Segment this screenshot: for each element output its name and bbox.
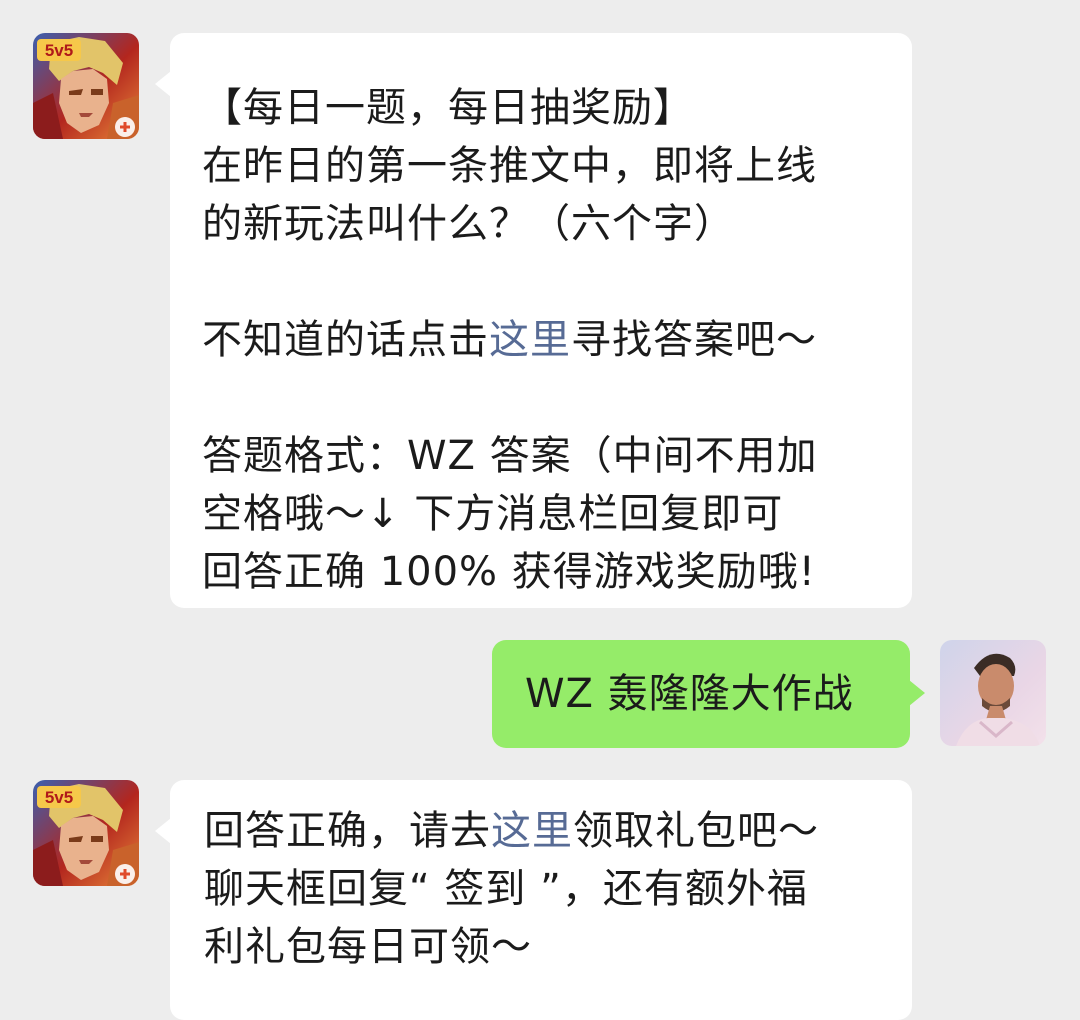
message-line-suffix: 领取礼包吧～ xyxy=(573,808,819,854)
message-line: 空格哦～↓ 下方消息栏回复即可 xyxy=(202,491,784,537)
message-text: 回答正确，请去这里领取礼包吧～ 聊天框回复“ 签到 ”，还有额外福 利礼包每日可领～ xyxy=(204,802,892,976)
message-line-suffix: 寻找答案吧～ xyxy=(571,317,817,363)
message-line: 聊天框回复“ 签到 ”，还有额外福 xyxy=(204,866,808,912)
hero-portrait-icon: 5v5 xyxy=(33,780,139,886)
answer-hint-link[interactable]: 这里 xyxy=(489,317,571,363)
game-account-avatar[interactable]: 5v5 xyxy=(33,33,139,139)
message-line: 【每日一题，每日抽奖励】 xyxy=(202,85,694,131)
user-avatar[interactable] xyxy=(940,640,1046,746)
message-bubble-reward[interactable]: 回答正确，请去这里领取礼包吧～ 聊天框回复“ 签到 ”，还有额外福 利礼包每日可领～ xyxy=(155,780,912,1020)
message-line-prefix: 回答正确，请去 xyxy=(204,808,491,854)
message-text: WZ 轰隆隆大作战 xyxy=(525,671,854,717)
5v5-badge-icon: 5v5 xyxy=(45,41,73,60)
gift-pack-link[interactable]: 这里 xyxy=(491,808,573,854)
5v5-badge-icon: 5v5 xyxy=(45,788,73,807)
message-bubble-answer[interactable]: WZ 轰隆隆大作战 xyxy=(492,640,925,748)
message-line: 回答正确 100% 获得游戏奖励哦! xyxy=(202,549,816,595)
message-line-with-link: 回答正确，请去这里领取礼包吧～ xyxy=(204,802,892,860)
message-bubble-question[interactable]: 【每日一题，每日抽奖励】在昨日的第一条推文中，即将上线 的新玩法叫什么？（六个字）… xyxy=(155,33,912,608)
message-line-prefix: 不知道的话点击 xyxy=(202,317,489,363)
message-line-with-link: 不知道的话点击这里寻找答案吧～ xyxy=(202,311,892,369)
message-line: 利礼包每日可领～ xyxy=(204,924,532,970)
hero-portrait-icon: 5v5 xyxy=(33,33,139,139)
message-line: 在昨日的第一条推文中，即将上线 xyxy=(202,143,817,189)
user-photo-icon xyxy=(940,640,1046,746)
game-account-avatar[interactable]: 5v5 xyxy=(33,780,139,886)
message-line: 答题格式：WZ 答案（中间不用加 xyxy=(202,433,818,479)
message-line: 的新玩法叫什么？（六个字） xyxy=(202,201,735,247)
message-text: 【每日一题，每日抽奖励】在昨日的第一条推文中，即将上线 的新玩法叫什么？（六个字）… xyxy=(202,79,892,601)
